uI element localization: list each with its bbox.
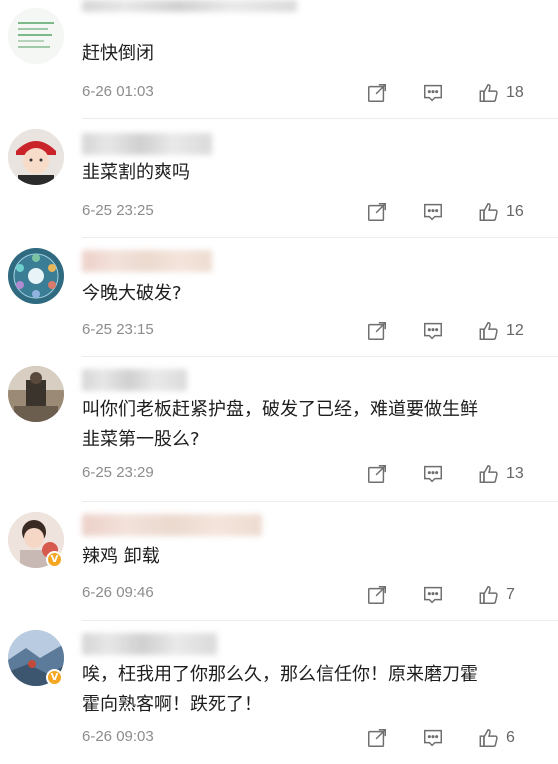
comment-icon [424, 729, 442, 747]
thumbs-up-icon [479, 322, 498, 340]
comment-actions: 18 [358, 80, 558, 106]
comment-time: 6-25 23:29 [82, 464, 154, 481]
comment-text: 赶快倒闭 [82, 43, 154, 64]
like-button[interactable]: 13 [478, 461, 524, 487]
thumbs-up-icon [479, 465, 498, 483]
divider [82, 237, 558, 238]
comment-actions: 16 [358, 199, 558, 225]
thumbs-up-icon [479, 729, 498, 747]
like-button[interactable]: 6 [478, 725, 515, 751]
comment-time: 6-26 09:03 [82, 728, 154, 745]
avatar-image [8, 129, 64, 185]
user-avatar[interactable] [8, 8, 64, 64]
share-icon [368, 203, 386, 221]
comment-text: 唉，枉我用了你那么久，那么信任你！原来磨刀霍 霍向熟客啊！跌死了！ [82, 664, 478, 715]
share-button[interactable] [366, 80, 388, 106]
reply-button[interactable] [422, 80, 444, 106]
avatar-image [8, 366, 64, 422]
comment-icon [424, 84, 442, 102]
comment-feed: 赶快倒闭 6-26 01:03 18 韭菜割的爽吗 6-25 23:25 16 … [0, 0, 558, 764]
user-avatar[interactable] [8, 248, 64, 304]
comment-text: 韭菜割的爽吗 [82, 162, 190, 183]
reply-button[interactable] [422, 461, 444, 487]
reply-button[interactable] [422, 199, 444, 225]
like-button[interactable]: 12 [478, 318, 524, 344]
username-blurred[interactable] [82, 633, 217, 655]
user-avatar[interactable] [8, 129, 64, 185]
comment-icon [424, 586, 442, 604]
share-button[interactable] [366, 725, 388, 751]
reply-button[interactable] [422, 725, 444, 751]
share-icon [368, 322, 386, 340]
username-blurred[interactable] [82, 250, 212, 272]
like-count: 12 [506, 322, 524, 339]
like-count: 13 [506, 465, 524, 482]
reply-button[interactable] [422, 582, 444, 608]
share-button[interactable] [366, 199, 388, 225]
comment-actions: 7 [368, 582, 558, 608]
username-blurred[interactable] [82, 0, 297, 12]
share-button[interactable] [366, 461, 388, 487]
share-icon [368, 586, 386, 604]
thumbs-up-icon [479, 586, 498, 604]
comment-time: 6-26 01:03 [82, 83, 154, 100]
share-icon [368, 465, 386, 483]
verified-badge-icon: V [46, 669, 63, 686]
divider [82, 356, 558, 357]
user-avatar[interactable] [8, 366, 64, 422]
comment-icon [424, 203, 442, 221]
divider [82, 620, 558, 621]
like-button[interactable]: 16 [478, 199, 524, 225]
share-button[interactable] [366, 318, 388, 344]
comment-text: 叫你们老板赶紧护盘，破发了已经，难道要做生鲜 韭菜第一股么? [82, 399, 478, 450]
share-icon [368, 84, 386, 102]
verified-badge-icon: V [46, 551, 63, 568]
divider [82, 501, 558, 502]
comment-time: 6-25 23:25 [82, 202, 154, 219]
share-button[interactable] [366, 582, 388, 608]
like-count: 16 [506, 203, 524, 220]
like-count: 7 [506, 586, 515, 603]
thumbs-up-icon [479, 203, 498, 221]
like-count: 6 [506, 729, 515, 746]
username-blurred[interactable] [82, 369, 187, 391]
like-button[interactable]: 18 [478, 80, 524, 106]
like-button[interactable]: 7 [478, 582, 515, 608]
comment-time: 6-26 09:46 [82, 584, 154, 601]
comment-actions: 6 [368, 725, 558, 751]
comment-actions: 12 [358, 318, 558, 344]
share-icon [368, 729, 386, 747]
comment-text: 今晚大破发? [82, 283, 182, 304]
reply-button[interactable] [422, 318, 444, 344]
avatar-image [8, 248, 64, 304]
username-blurred[interactable] [82, 133, 212, 155]
avatar-image [8, 8, 64, 64]
divider [82, 118, 558, 119]
comment-text: 辣鸡 卸载 [82, 546, 160, 567]
username-blurred[interactable] [82, 514, 262, 536]
comment-time: 6-25 23:15 [82, 321, 154, 338]
comment-icon [424, 465, 442, 483]
comment-icon [424, 322, 442, 340]
thumbs-up-icon [479, 84, 498, 102]
like-count: 18 [506, 84, 524, 101]
comment-actions: 13 [358, 461, 558, 487]
